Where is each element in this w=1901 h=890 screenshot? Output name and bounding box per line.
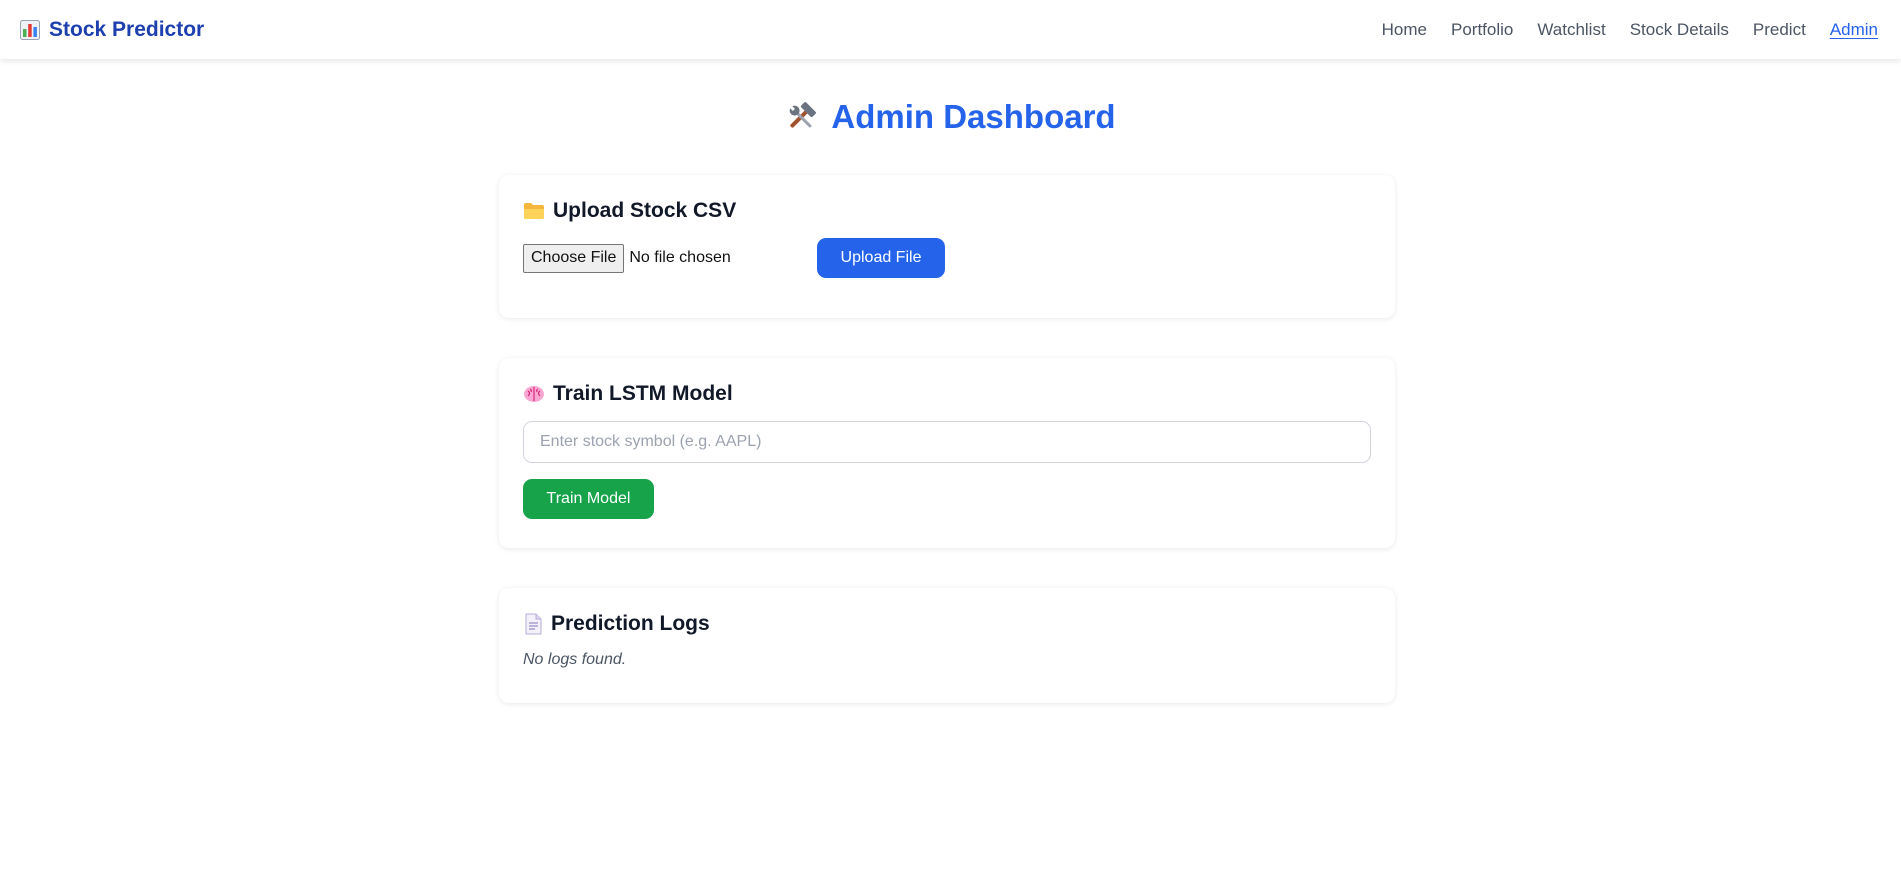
train-model-card: Train LSTM Model Train Model <box>499 358 1395 548</box>
upload-card-title: Upload Stock CSV <box>553 199 737 222</box>
brand-link[interactable]: Stock Predictor <box>20 18 204 42</box>
prediction-logs-card: Prediction Logs No logs found. <box>499 588 1395 703</box>
document-icon <box>523 613 543 635</box>
logs-card-header: Prediction Logs <box>523 612 1371 636</box>
page-title: Admin Dashboard <box>0 98 1901 136</box>
train-card-header: Train LSTM Model <box>523 382 1371 406</box>
train-card-title: Train LSTM Model <box>553 382 733 405</box>
logs-card-title: Prediction Logs <box>551 612 710 635</box>
file-input[interactable]: Choose File No file chosen <box>523 243 817 273</box>
nav-link-portfolio[interactable]: Portfolio <box>1451 20 1513 40</box>
nav-link-stock-details[interactable]: Stock Details <box>1630 20 1729 40</box>
navbar: Stock Predictor Home Portfolio Watchlist… <box>0 0 1901 59</box>
upload-row: Choose File No file chosen Upload File <box>523 238 1371 278</box>
train-model-button[interactable]: Train Model <box>523 479 654 519</box>
bar-chart-icon <box>20 19 40 40</box>
folder-icon <box>523 201 545 221</box>
nav-link-home[interactable]: Home <box>1382 20 1427 40</box>
upload-file-button[interactable]: Upload File <box>817 238 945 278</box>
upload-card-header: Upload Stock CSV <box>523 199 1371 223</box>
stock-symbol-input[interactable] <box>523 421 1371 463</box>
file-status: No file chosen <box>629 249 731 266</box>
tools-icon <box>785 101 817 133</box>
nav-link-watchlist[interactable]: Watchlist <box>1537 20 1605 40</box>
nav-link-admin[interactable]: Admin <box>1830 20 1878 40</box>
choose-file-button[interactable]: Choose File <box>523 243 625 273</box>
nav-links: Home Portfolio Watchlist Stock Details P… <box>1382 20 1878 40</box>
brand-name: Stock Predictor <box>49 17 205 41</box>
page-title-text: Admin Dashboard <box>831 98 1116 135</box>
upload-csv-card: Upload Stock CSV Choose File No file cho… <box>499 175 1395 318</box>
no-logs-message: No logs found. <box>523 651 627 668</box>
nav-link-predict[interactable]: Predict <box>1753 20 1806 40</box>
brain-icon <box>523 384 545 404</box>
